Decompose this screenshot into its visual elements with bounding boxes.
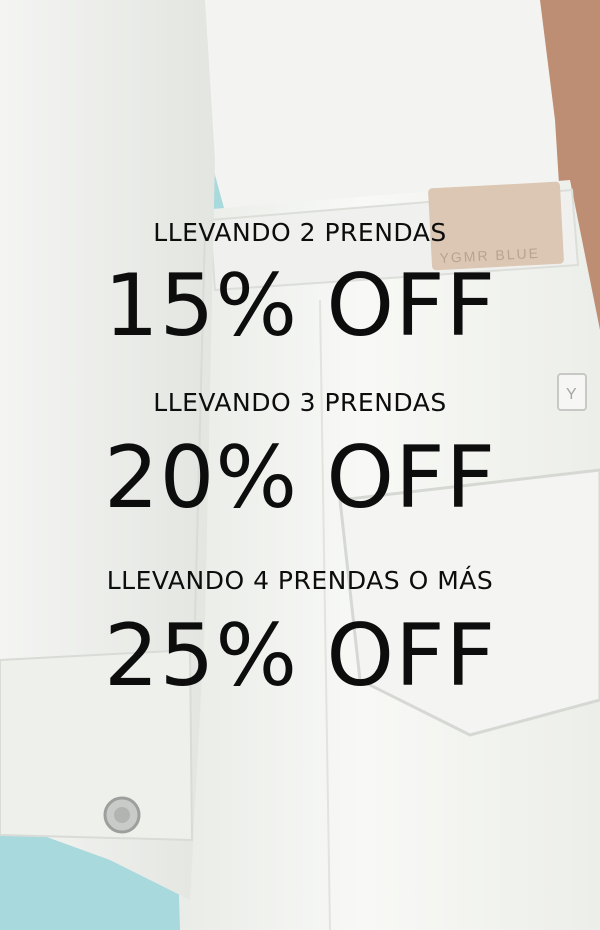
tier-2-label: LLEVANDO 3 PRENDAS	[153, 388, 447, 417]
tier-1-discount: 15% OFF	[103, 256, 497, 356]
tier-2-discount: 20% OFF	[103, 428, 497, 528]
tier-3-label: LLEVANDO 4 PRENDAS O MÁS	[106, 566, 494, 595]
tier-1-label: LLEVANDO 2 PRENDAS	[153, 218, 447, 247]
tier-2: LLEVANDO 3 PRENDAS 20% OFF	[0, 388, 600, 526]
tier-1: LLEVANDO 2 PRENDAS 15% OFF	[0, 218, 600, 354]
tier-3: LLEVANDO 4 PRENDAS O MÁS 25% OFF	[0, 566, 600, 704]
tier-3-discount: 25% OFF	[103, 606, 497, 706]
